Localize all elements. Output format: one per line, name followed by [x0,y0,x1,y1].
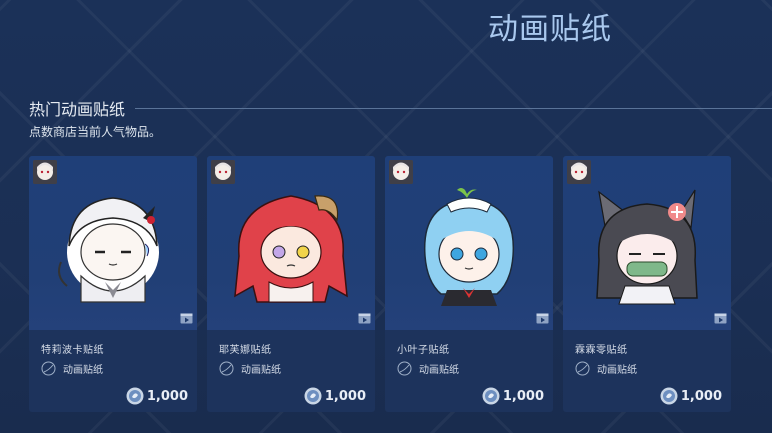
sticker-icon [397,361,412,376]
sticker-character-icon [58,197,159,303]
card-artwork[interactable] [207,156,375,330]
card-type: 动画贴纸 [219,361,281,376]
avatar-icon [33,160,57,184]
sticker-card[interactable]: 小叶子贴纸 动画贴纸 1,000 [385,156,553,412]
section-title: 热门动画贴纸 [29,100,126,119]
price-value: 1,000 [680,388,722,404]
sticker-card[interactable]: 耶芙娜贴纸 动画贴纸 1,000 [207,156,375,412]
card-name: 小叶子贴纸 [397,345,450,356]
video-icon [180,313,193,324]
section-divider [135,107,772,109]
sticker-card[interactable]: 霖霖零贴纸 动画贴纸 1,000 [563,156,731,412]
price-tag[interactable]: 1,000 [660,387,722,405]
sticker-card[interactable]: 特莉波卡贴纸 动画贴纸 1,000 [29,156,197,412]
page-title: 动画贴纸 [488,12,612,47]
card-name: 耶芙娜贴纸 [219,345,272,356]
points-coin-icon [482,387,500,405]
section-header: 热门动画贴纸 [29,96,772,120]
price-value: 1,000 [502,388,544,404]
video-icon [714,313,727,324]
price-tag[interactable]: 1,000 [304,387,366,405]
card-artwork[interactable] [563,156,731,330]
card-type-label: 动画贴纸 [597,365,637,376]
avatar-icon [567,160,591,184]
card-type: 动画贴纸 [41,361,103,376]
avatar-icon [389,160,413,184]
video-icon [536,313,549,324]
card-artwork[interactable] [29,156,197,330]
card-name: 霖霖零贴纸 [575,345,628,356]
card-type-label: 动画贴纸 [241,365,281,376]
points-coin-icon [126,387,144,405]
price-tag[interactable]: 1,000 [482,387,544,405]
card-type-label: 动画贴纸 [63,365,103,376]
card-type: 动画贴纸 [575,361,637,376]
avatar-icon [211,160,235,184]
sticker-character-icon [596,189,698,305]
card-name: 特莉波卡贴纸 [41,345,104,356]
video-icon [358,313,371,324]
sticker-icon [219,361,234,376]
price-value: 1,000 [146,388,188,404]
card-type-label: 动画贴纸 [419,365,459,376]
sticker-icon [575,361,590,376]
price-tag[interactable]: 1,000 [126,387,188,405]
card-artwork[interactable] [385,156,553,330]
card-type: 动画贴纸 [397,361,459,376]
price-value: 1,000 [324,388,366,404]
points-coin-icon [304,387,322,405]
sticker-character-icon [423,188,515,306]
sticker-icon [41,361,56,376]
points-coin-icon [660,387,678,405]
sticker-character-icon [234,195,348,303]
section-subtitle: 点数商店当前人气物品。 [29,125,162,139]
